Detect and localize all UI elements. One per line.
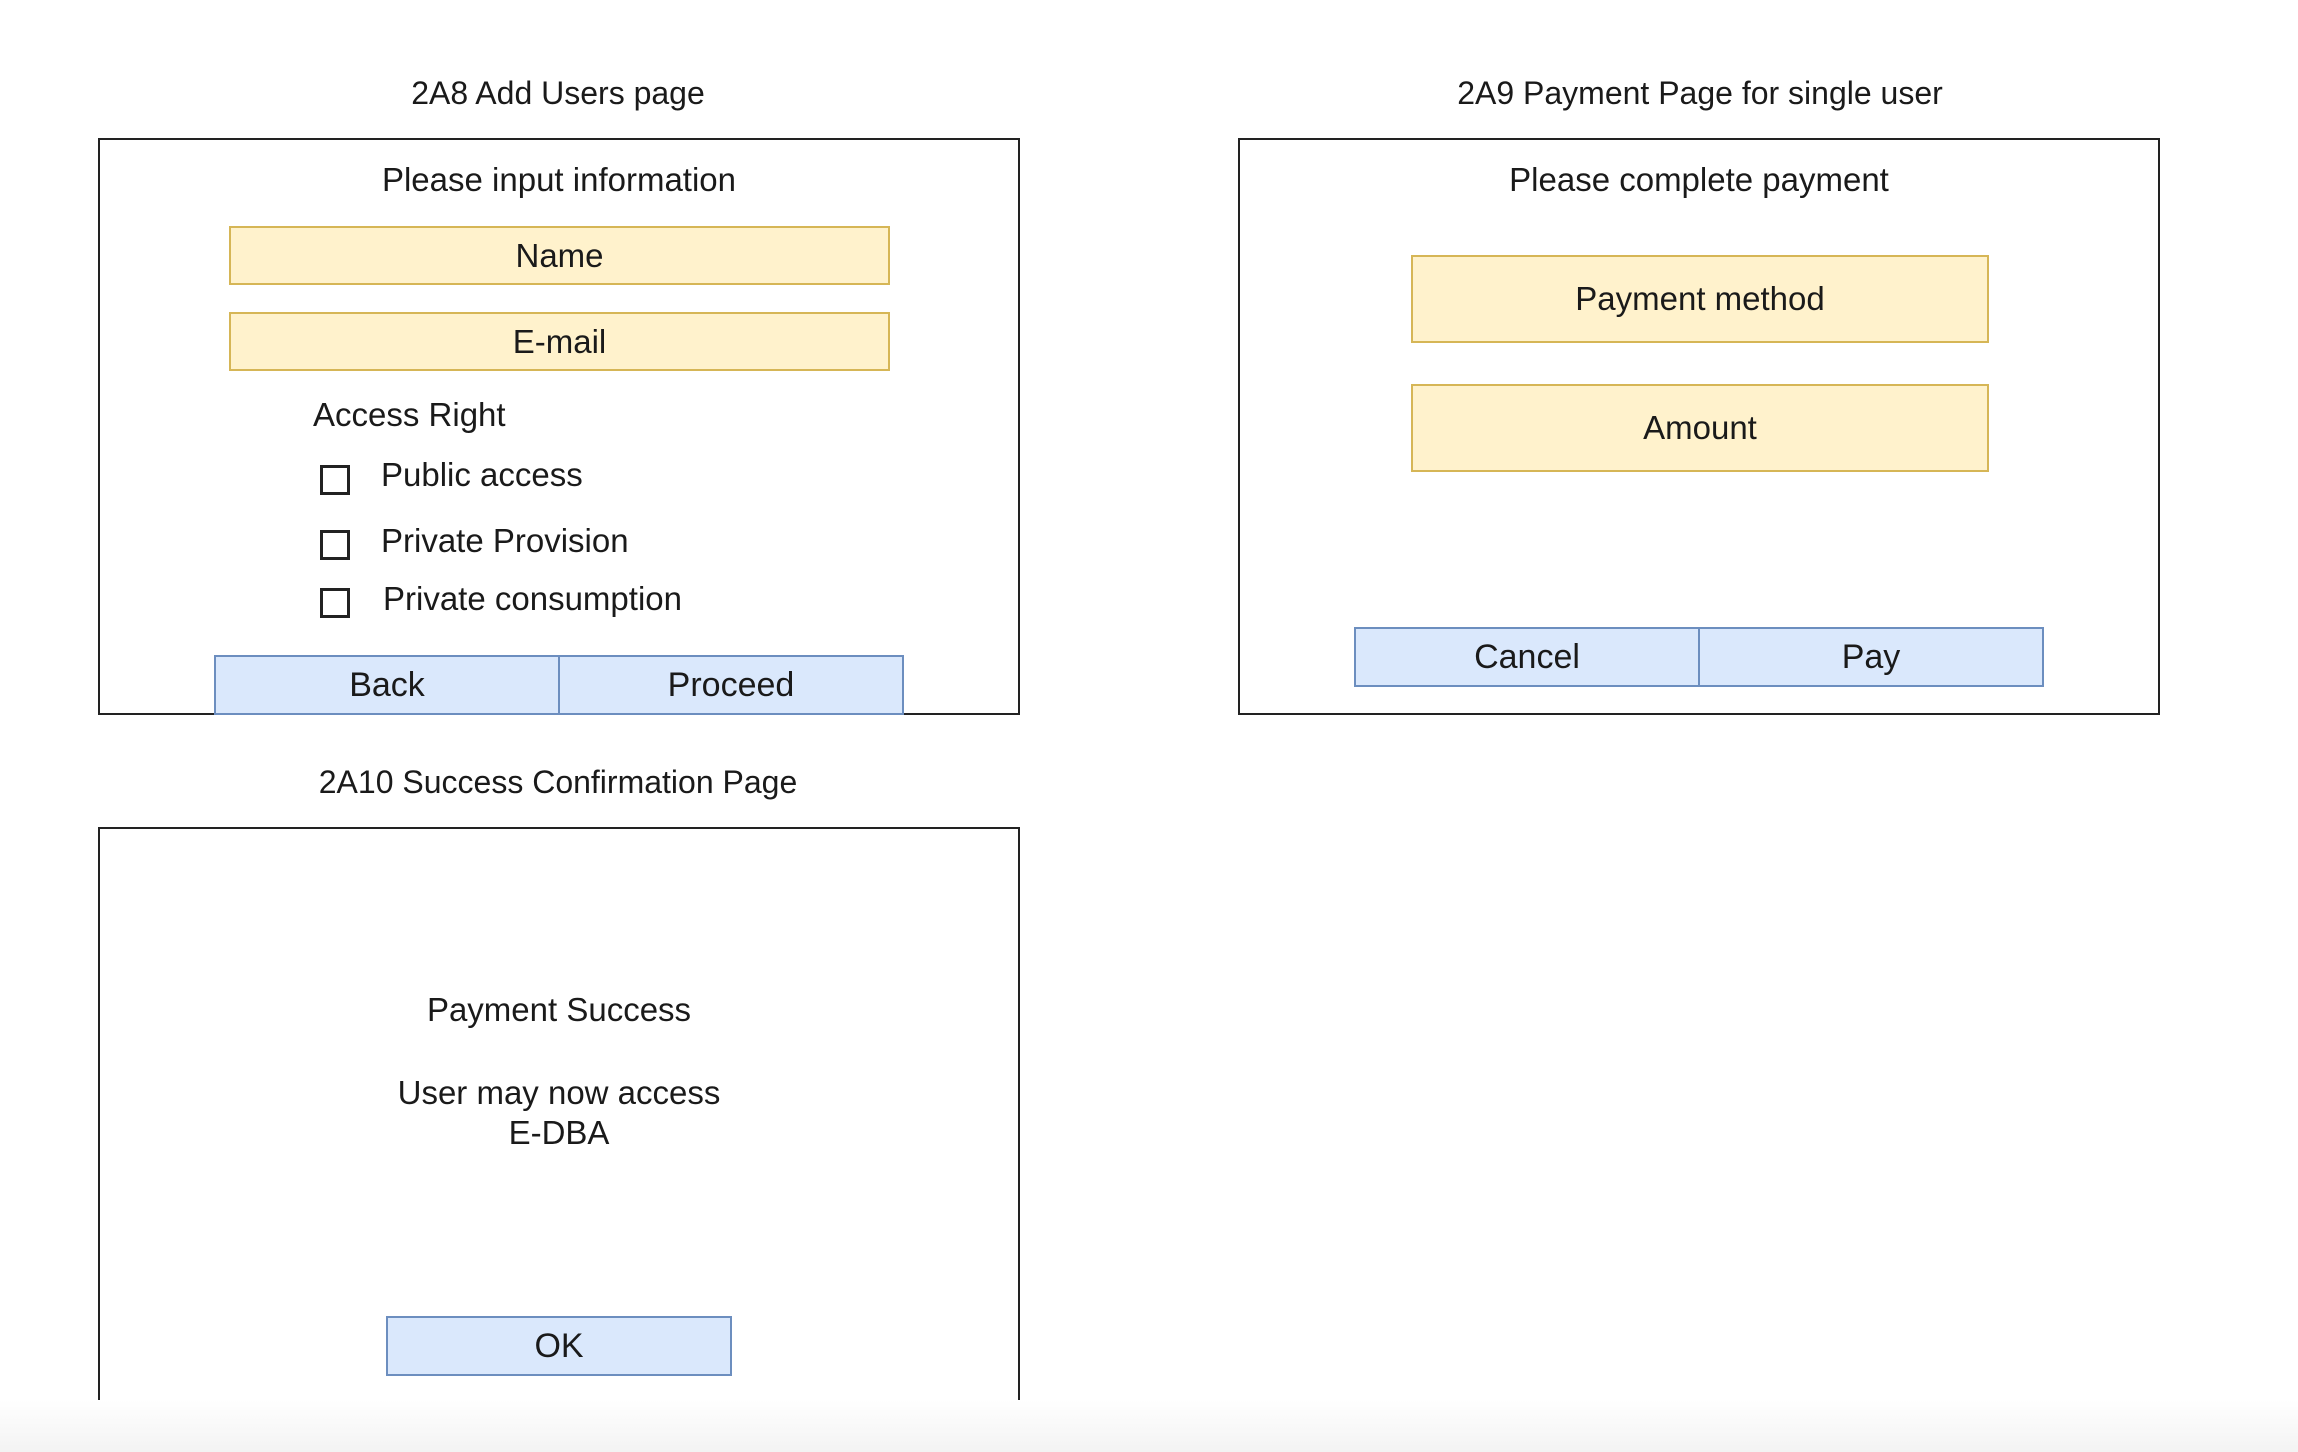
payment-method-field[interactable]: Payment method — [1411, 255, 1989, 343]
add-users-caption: 2A8 Add Users page — [411, 75, 705, 111]
cancel-button[interactable]: Cancel — [1354, 627, 1700, 687]
payment-success-title: Payment Success — [426, 991, 692, 1028]
access-right-label: Access Right — [313, 396, 506, 433]
email-field[interactable]: E-mail — [229, 312, 890, 371]
name-field[interactable]: Name — [229, 226, 890, 285]
proceed-button[interactable]: Proceed — [558, 655, 904, 715]
private-provision-label: Private Provision — [381, 522, 629, 559]
payment-heading: Please complete payment — [1509, 161, 1889, 198]
ok-button[interactable]: OK — [386, 1316, 732, 1376]
public-access-label: Public access — [381, 456, 583, 493]
success-page-frame: Payment Success User may now access E-DB… — [98, 827, 1020, 1404]
public-access-checkbox[interactable] — [320, 465, 350, 495]
add-users-heading: Please input information — [381, 161, 737, 198]
bottom-edge-shade — [0, 1400, 2298, 1452]
private-provision-checkbox[interactable] — [320, 530, 350, 560]
payment-caption: 2A9 Payment Page for single user — [1457, 75, 1943, 111]
private-consumption-checkbox[interactable] — [320, 588, 350, 618]
payment-page-frame: Please complete payment Payment method A… — [1238, 138, 2160, 715]
success-message-line1: User may now access — [397, 1074, 721, 1111]
success-caption: 2A10 Success Confirmation Page — [318, 764, 798, 800]
private-consumption-label: Private consumption — [383, 580, 682, 617]
add-users-page-frame: Please input information Name E-mail Acc… — [98, 138, 1020, 715]
pay-button[interactable]: Pay — [1698, 627, 2044, 687]
amount-field[interactable]: Amount — [1411, 384, 1989, 472]
success-message-line2: E-DBA — [508, 1114, 610, 1151]
back-button[interactable]: Back — [214, 655, 560, 715]
